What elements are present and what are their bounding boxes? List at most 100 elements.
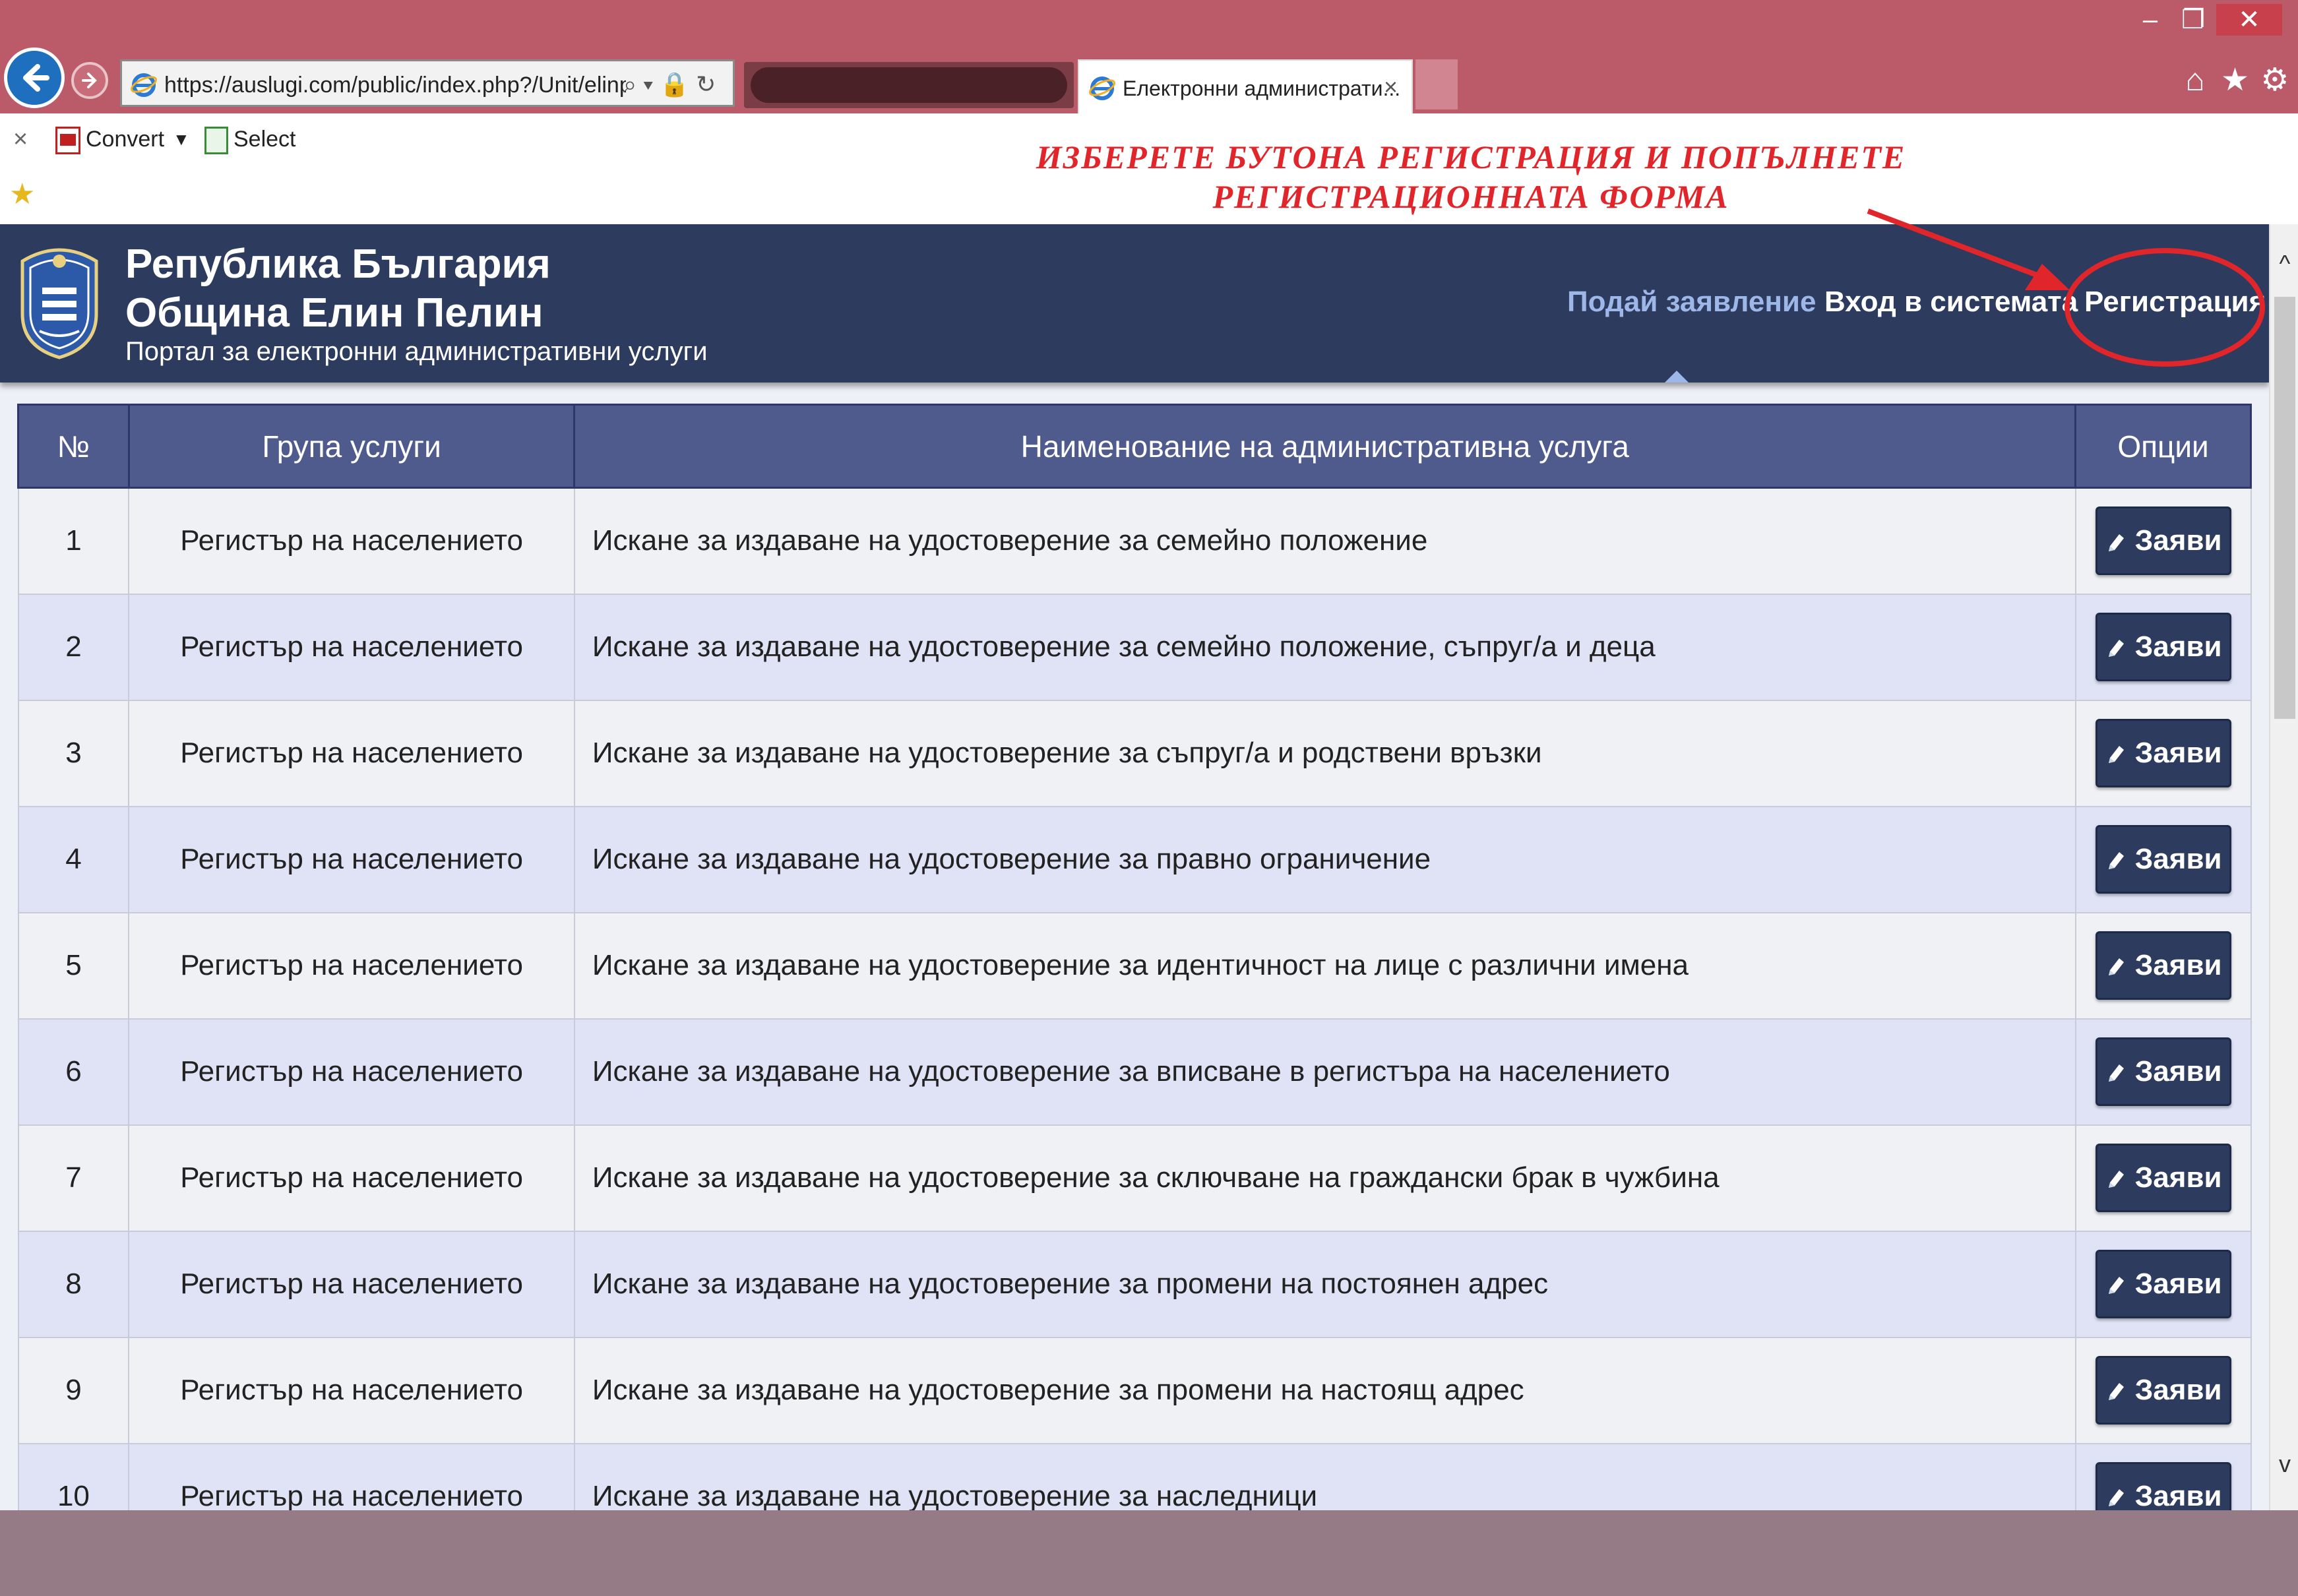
pencil-icon xyxy=(2105,827,2127,892)
row-number: 3 xyxy=(17,699,130,807)
browser-toolbar-icons: ⌂ ★ ⚙ xyxy=(2177,61,2293,100)
apply-button[interactable]: Заяви xyxy=(2095,931,2231,1000)
table-header-row: № Група услуги Наименование на администр… xyxy=(17,404,2252,489)
browser-titlebar: – ❐ ✕ https://auslugi.com/public/index.p… xyxy=(0,0,2298,113)
pencil-icon xyxy=(2105,721,2127,785)
apply-button[interactable]: Заяви xyxy=(2095,1037,2231,1106)
star-icon[interactable]: ★ xyxy=(2216,61,2253,100)
site-header: Република България Община Елин Пелин Пор… xyxy=(0,224,2269,383)
row-number: 4 xyxy=(17,805,130,913)
ie-logo-icon xyxy=(1089,77,1115,100)
column-header-service: Наименование на административна услуга xyxy=(573,404,2077,489)
row-service-group: Регистър на населението xyxy=(128,1018,575,1126)
table-row: 8 Регистър на населението Искане за издава… xyxy=(17,1230,2252,1338)
row-options: Заяви xyxy=(2074,699,2252,807)
gear-icon[interactable]: ⚙ xyxy=(2256,61,2293,100)
apply-button-label: Заяви xyxy=(2134,843,2222,875)
row-service-name: Искане за издаване на удостоверение за с… xyxy=(573,1124,2076,1232)
row-service-name: Искане за издаване на удостоверение за п… xyxy=(573,1336,2076,1444)
favorites-icon[interactable]: ★ xyxy=(9,178,35,211)
table-row: 5 Регистър на населението Искане за издава… xyxy=(17,911,2252,1020)
table-row: 9 Регистър на населението Искане за издава… xyxy=(17,1336,2252,1444)
tab-close-icon[interactable]: × xyxy=(1384,73,1398,102)
apply-button-label: Заяви xyxy=(2134,630,2222,663)
row-service-name: Искане за издаване на удостоверение за п… xyxy=(573,1230,2076,1338)
tab-title: Електронни администрати... xyxy=(1123,77,1401,100)
pencil-icon xyxy=(2105,1464,2127,1510)
pdf-icon xyxy=(55,127,80,155)
row-service-name: Искане за издаване на удостоверение за с… xyxy=(573,593,2076,701)
redaction-blob xyxy=(751,67,1067,103)
row-service-name: Искане за издаване на удостоверение за и… xyxy=(573,911,2076,1020)
forward-button[interactable] xyxy=(71,62,108,99)
row-number: 7 xyxy=(17,1124,130,1232)
apply-button-label: Заяви xyxy=(2134,524,2222,557)
apply-button[interactable]: Заяви xyxy=(2095,719,2231,787)
row-service-group: Регистър на населението xyxy=(128,593,575,701)
apply-button-label: Заяви xyxy=(2134,1268,2222,1300)
new-tab-button[interactable] xyxy=(1415,59,1458,109)
close-window-button[interactable]: ✕ xyxy=(2216,4,2282,36)
active-nav-caret-icon xyxy=(1665,371,1689,383)
home-icon[interactable]: ⌂ xyxy=(2177,61,2214,100)
pencil-icon xyxy=(2105,615,2127,679)
address-url[interactable]: https://auslugi.com/public/index.php?/Un… xyxy=(164,71,626,100)
table-row: 4 Регистър на населението Искане за издава… xyxy=(17,805,2252,913)
pencil-icon xyxy=(2105,1039,2127,1104)
tab-redacted[interactable] xyxy=(744,62,1074,108)
select-icon xyxy=(204,127,228,155)
pencil-icon xyxy=(2105,1146,2127,1210)
minimize-button[interactable]: – xyxy=(2130,4,2170,36)
convert-button[interactable]: Convert xyxy=(55,123,164,156)
address-actions[interactable]: ⌕ ▾ 🔒 ↻ xyxy=(623,68,716,101)
apply-button[interactable]: Заяви xyxy=(2095,825,2231,894)
close-toolbar-icon[interactable]: × xyxy=(13,123,28,156)
row-number: 1 xyxy=(17,487,130,595)
apply-button-label: Заяви xyxy=(2134,1480,2222,1510)
apply-button[interactable]: Заяви xyxy=(2095,613,2231,681)
apply-button[interactable]: Заяви xyxy=(2095,1250,2231,1318)
convert-label: Convert xyxy=(86,127,165,152)
row-number: 2 xyxy=(17,593,130,701)
tab-active[interactable]: Електронни администрати... × xyxy=(1078,59,1413,113)
row-options: Заяви xyxy=(2074,1442,2252,1510)
row-options: Заяви xyxy=(2074,1124,2252,1232)
apply-button-label: Заяви xyxy=(2134,1055,2222,1088)
row-options: Заяви xyxy=(2074,805,2252,913)
apply-button[interactable]: Заяви xyxy=(2095,506,2231,576)
back-button[interactable] xyxy=(4,47,65,108)
address-bar[interactable]: https://auslugi.com/public/index.php?/Un… xyxy=(120,59,735,107)
taskbar-overlay xyxy=(0,1510,2298,1596)
instruction-annotation: ИЗБЕРЕТЕ БУТОНА РЕГИСТРАЦИЯ И ПОПЪЛНЕТЕ … xyxy=(1003,137,1939,216)
apply-button[interactable]: Заяви xyxy=(2095,1462,2231,1510)
row-number: 9 xyxy=(17,1336,130,1444)
scroll-thumb[interactable] xyxy=(2274,297,2295,719)
apply-button[interactable]: Заяви xyxy=(2095,1144,2231,1212)
table-row: 10 Регистър на населението Искане за издав… xyxy=(17,1442,2252,1510)
header-title-municipality: Община Елин Пелин xyxy=(125,290,543,336)
row-service-group: Регистър на населението xyxy=(128,1230,575,1338)
row-options: Заяви xyxy=(2074,911,2252,1020)
row-number: 5 xyxy=(17,911,130,1020)
row-service-group: Регистър на населението xyxy=(128,699,575,807)
convert-dropdown-icon[interactable]: ▼ xyxy=(173,123,190,156)
row-number: 6 xyxy=(17,1018,130,1126)
nav-register-link[interactable]: Регистрация xyxy=(2084,284,2266,321)
apply-button[interactable]: Заяви xyxy=(2095,1356,2231,1425)
table-row: 7 Регистър на населението Искане за издава… xyxy=(17,1124,2252,1232)
instruction-line2: РЕГИСТРАЦИОННАТА ФОРМА xyxy=(1212,178,1729,215)
nav-apply-link[interactable]: Подай заявление xyxy=(1567,284,1816,321)
row-options: Заяви xyxy=(2074,593,2252,701)
scroll-up-icon[interactable]: ^ xyxy=(2270,251,2298,277)
column-header-group: Група услуги xyxy=(127,404,576,489)
pencil-icon xyxy=(2105,1252,2127,1316)
maximize-button[interactable]: ❐ xyxy=(2173,4,2213,36)
vertical-scrollbar[interactable]: ^ v xyxy=(2269,224,2298,1510)
header-title-country: Република България xyxy=(125,241,551,287)
select-button[interactable]: Select xyxy=(204,123,296,156)
apply-button-label: Заяви xyxy=(2134,949,2222,981)
apply-button-label: Заяви xyxy=(2134,1161,2222,1194)
table-row: 3 Регистър на населението Искане за издава… xyxy=(17,699,2252,807)
nav-login-link[interactable]: Вход в системата xyxy=(1824,284,2078,321)
scroll-down-icon[interactable]: v xyxy=(2270,1451,2298,1477)
